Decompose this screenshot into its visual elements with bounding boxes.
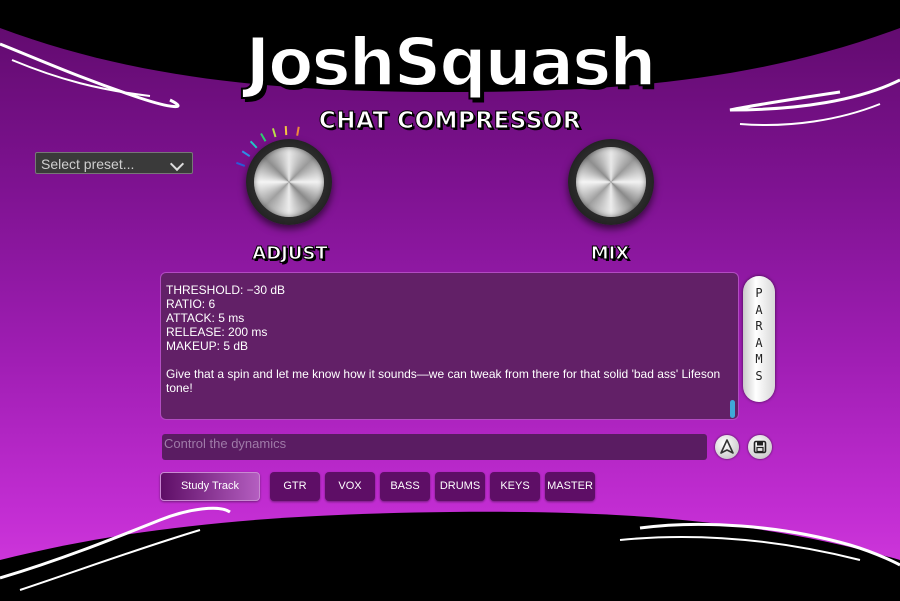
chat-scrollbar[interactable] bbox=[730, 400, 735, 418]
knob-level-tick bbox=[236, 161, 246, 167]
tab-vox[interactable]: VOX bbox=[325, 472, 375, 501]
send-icon bbox=[720, 439, 734, 454]
chat-line: RELEASE: 200 ms bbox=[166, 325, 268, 339]
save-button[interactable] bbox=[748, 435, 772, 459]
chat-output[interactable]: THRESHOLD: −30 dB RATIO: 6 ATTACK: 5 ms … bbox=[160, 272, 739, 420]
knob-level-tick bbox=[296, 126, 300, 136]
tab-drums[interactable]: DRUMS bbox=[435, 472, 485, 501]
knob-level-tick bbox=[271, 128, 277, 138]
app-subtitle: CHAT COMPRESSOR bbox=[318, 108, 582, 135]
chat-line: ATTACK: 5 ms bbox=[166, 311, 245, 325]
params-letter: R bbox=[755, 319, 763, 333]
mix-knob-face bbox=[576, 147, 646, 217]
adjust-knob[interactable] bbox=[246, 139, 332, 225]
adjust-knob-label: ADJUST bbox=[252, 243, 328, 265]
chat-line: Give that a spin and let me know how it … bbox=[166, 367, 724, 395]
params-button[interactable]: P A R A M S bbox=[743, 276, 775, 402]
tab-keys[interactable]: KEYS bbox=[490, 472, 540, 501]
mix-knob[interactable] bbox=[568, 139, 654, 225]
chat-line: MAKEUP: 5 dB bbox=[166, 339, 249, 353]
params-letter: M bbox=[755, 352, 763, 366]
chat-input[interactable]: Control the dynamics bbox=[162, 434, 707, 460]
compressor-plugin-window: JoshSquash CHAT COMPRESSOR Select preset… bbox=[0, 0, 900, 601]
chat-line: RATIO: 6 bbox=[166, 297, 216, 311]
preset-select-label: Select preset... bbox=[41, 156, 135, 172]
preset-select[interactable]: Select preset... bbox=[35, 152, 193, 174]
chevron-down-icon bbox=[169, 156, 185, 172]
params-letter: P bbox=[755, 286, 763, 300]
app-title: JoshSquash bbox=[245, 24, 658, 101]
save-icon bbox=[753, 440, 767, 454]
send-button[interactable] bbox=[715, 435, 739, 459]
adjust-knob-face bbox=[254, 147, 324, 217]
chat-line-blank bbox=[166, 353, 733, 367]
params-letter: S bbox=[755, 368, 763, 383]
tab-bass[interactable]: BASS bbox=[380, 472, 430, 501]
tab-study-track[interactable]: Study Track bbox=[160, 472, 260, 501]
params-letter: A bbox=[755, 302, 763, 317]
mix-knob-label: MIX bbox=[590, 243, 630, 265]
knob-level-tick bbox=[284, 126, 288, 136]
chat-line: THRESHOLD: −30 dB bbox=[166, 283, 286, 297]
tab-gtr[interactable]: GTR bbox=[270, 472, 320, 501]
tab-master[interactable]: MASTER bbox=[545, 472, 595, 501]
params-letter: A bbox=[755, 335, 763, 350]
